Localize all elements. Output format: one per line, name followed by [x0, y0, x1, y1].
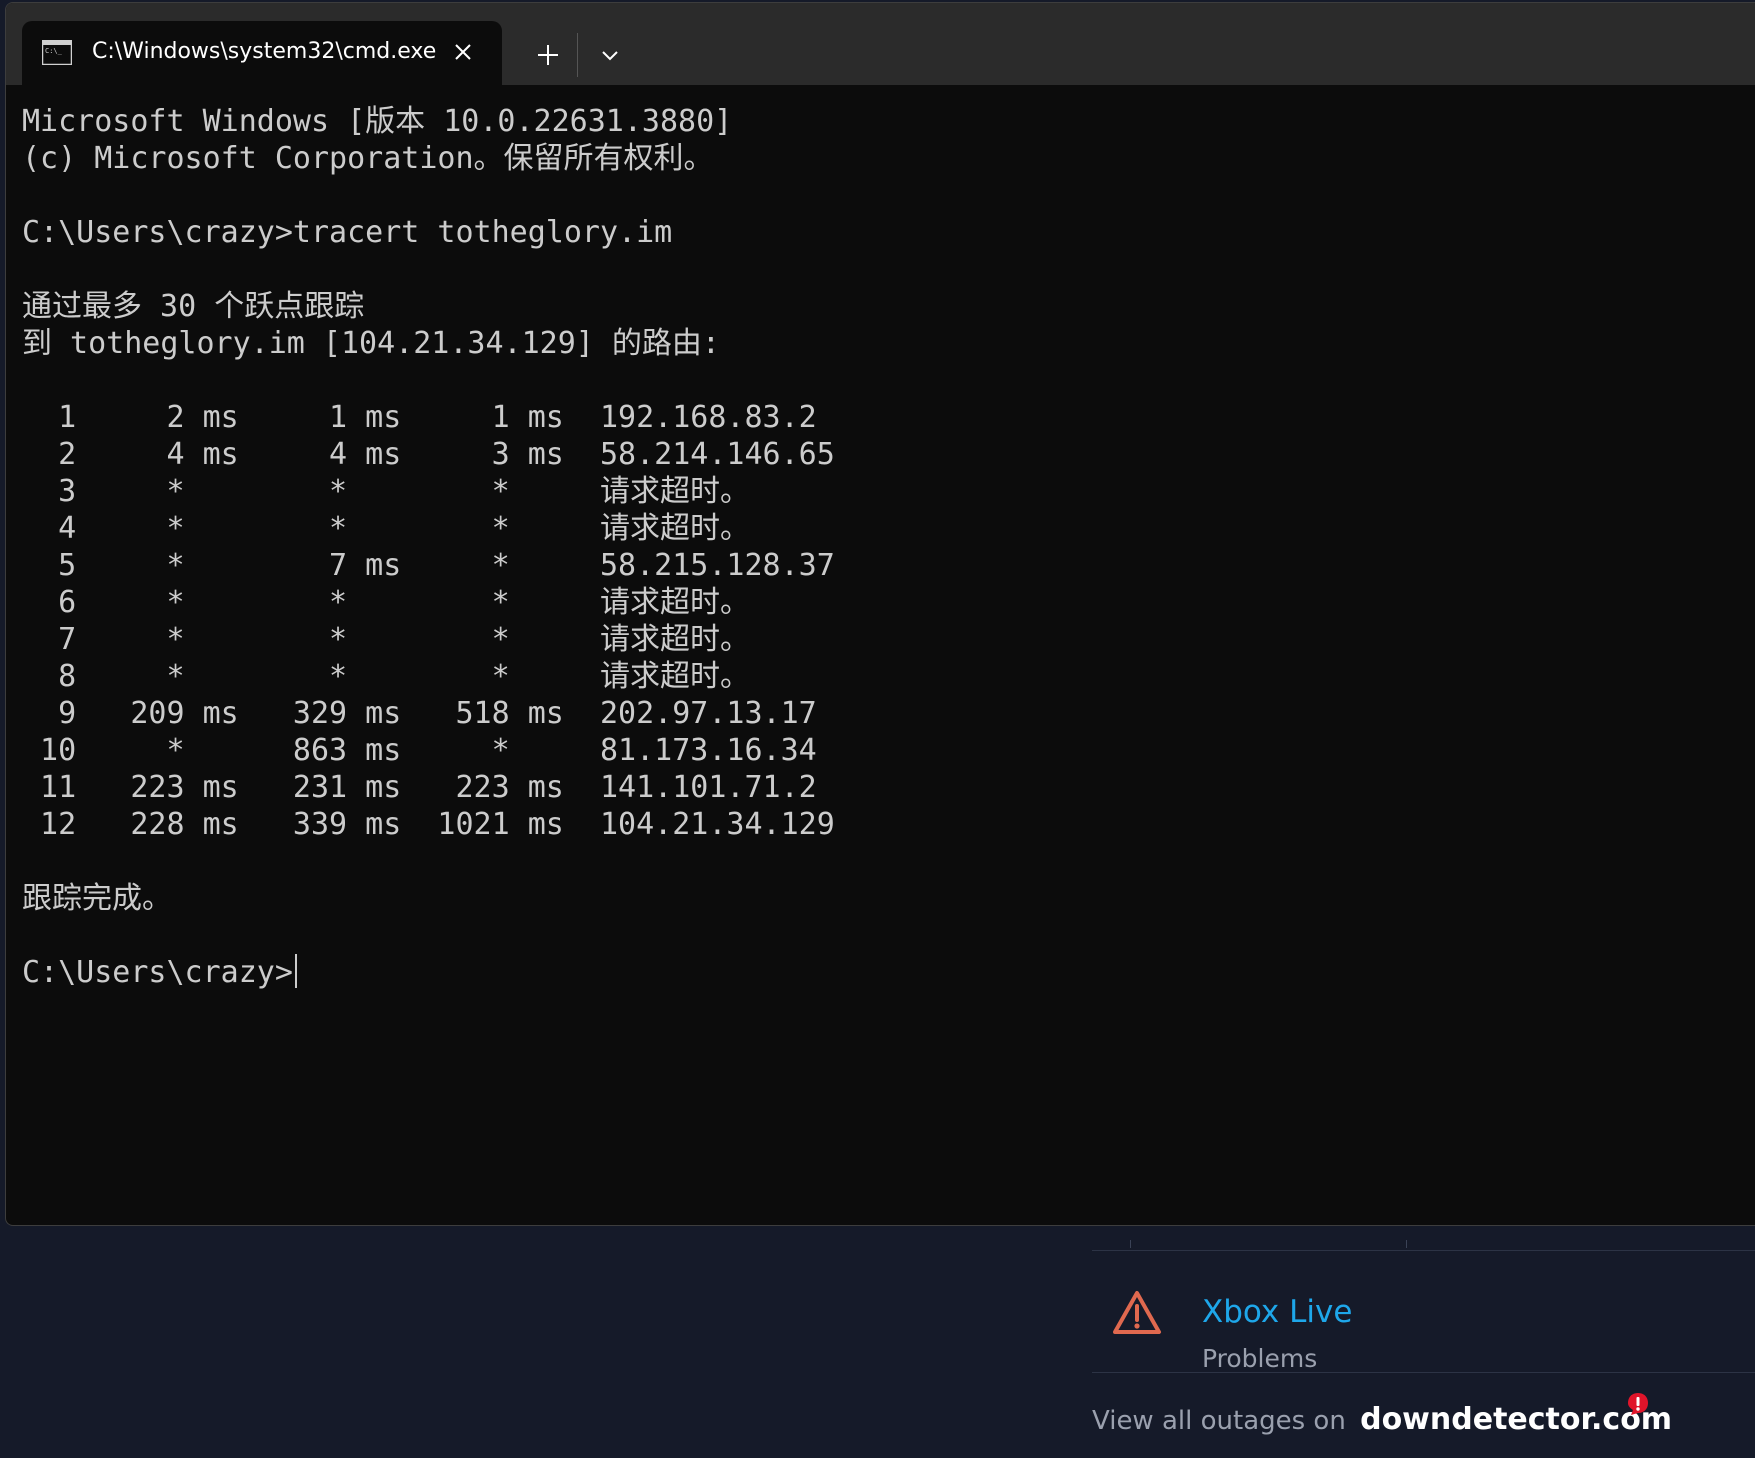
console-line: 11 223 ms 231 ms 223 ms 141.101.71.2 — [22, 770, 817, 805]
divider — [1092, 1372, 1755, 1373]
terminal-window: C:\_ C:\Windows\system32\cmd.exe Microso… — [5, 2, 1755, 1226]
console-line: 到 totheglory.im [104.21.34.129] 的路由: — [22, 326, 720, 361]
tab-separator — [577, 33, 578, 77]
console-line: C:\Users\crazy>tracert totheglory.im — [22, 215, 673, 250]
console-line: 7 * * * 请求超时。 — [22, 622, 750, 657]
plus-icon[interactable] — [528, 35, 568, 75]
console-line: (c) Microsoft Corporation。保留所有权利。 — [22, 141, 714, 176]
outage-panel: Xbox Live Problems View all outages on d… — [1092, 1240, 1755, 1458]
outage-status: Problems — [1202, 1344, 1318, 1373]
outage-item[interactable]: Xbox Live Problems — [1092, 1264, 1755, 1373]
console-line: 5 * 7 ms * 58.215.128.37 — [22, 548, 835, 583]
tab-cmd[interactable]: C:\_ C:\Windows\system32\cmd.exe — [22, 21, 502, 85]
console-line: 3 * * * 请求超时。 — [22, 474, 750, 509]
console-line: 8 * * * 请求超时。 — [22, 659, 750, 694]
console-line: Microsoft Windows [版本 10.0.22631.3880] — [22, 104, 733, 139]
console-line: 6 * * * 请求超时。 — [22, 585, 750, 620]
console-output[interactable]: Microsoft Windows [版本 10.0.22631.3880] (… — [22, 103, 1755, 1225]
divider — [1092, 1250, 1755, 1251]
svg-text:C:\_: C:\_ — [45, 47, 63, 55]
console-line: 10 * 863 ms * 81.173.16.34 — [22, 733, 817, 768]
tab-title: C:\Windows\system32\cmd.exe — [92, 39, 437, 64]
divider-tick — [1130, 1240, 1131, 1248]
warning-icon — [1113, 1291, 1161, 1334]
divider-tick — [1406, 1240, 1407, 1248]
close-icon[interactable] — [446, 35, 480, 69]
console-line: 1 2 ms 1 ms 1 ms 192.168.83.2 — [22, 400, 817, 435]
chevron-down-icon[interactable] — [590, 35, 630, 75]
prompt-line[interactable]: C:\Users\crazy> — [22, 954, 1755, 991]
view-all-text: View all outages on — [1092, 1406, 1346, 1436]
console-line: 通过最多 30 个跃点跟踪 — [22, 289, 365, 324]
console-line: 4 * * * 请求超时。 — [22, 511, 750, 546]
text-cursor — [294, 954, 297, 988]
downdetector-link[interactable]: downdetector.com — [1360, 1402, 1672, 1437]
title-bar[interactable]: C:\_ C:\Windows\system32\cmd.exe — [6, 3, 1755, 85]
console-line: 9 209 ms 329 ms 518 ms 202.97.13.17 — [22, 696, 817, 731]
console-line: 跟踪完成。 — [22, 881, 172, 916]
view-all-outages[interactable]: View all outages on downdetector.com — [1092, 1402, 1672, 1437]
cmd-icon: C:\_ — [42, 40, 72, 65]
prompt-text: C:\Users\crazy> — [22, 955, 293, 990]
outage-service-link[interactable]: Xbox Live — [1202, 1294, 1352, 1330]
exclamation-badge-icon — [1628, 1393, 1648, 1415]
console-line: 12 228 ms 339 ms 1021 ms 104.21.34.129 — [22, 807, 835, 842]
console-line: 2 4 ms 4 ms 3 ms 58.214.146.65 — [22, 437, 835, 472]
